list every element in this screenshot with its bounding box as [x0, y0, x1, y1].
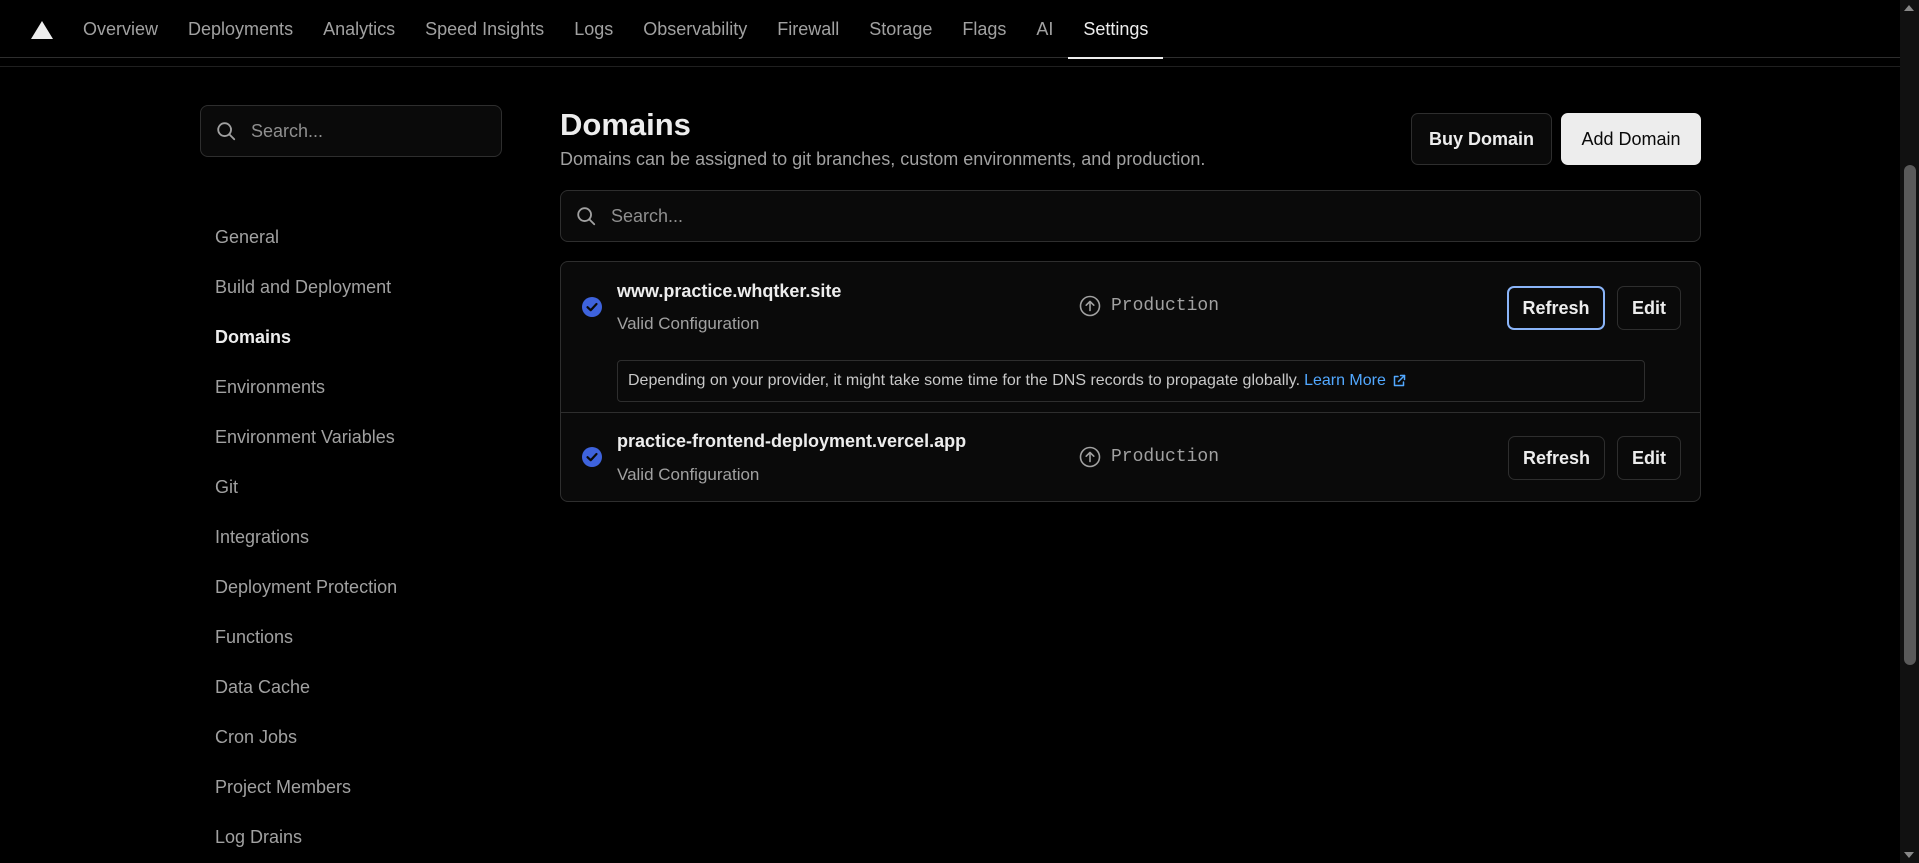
notice-text: Depending on your provider, it might tak… [628, 372, 1301, 389]
environment-label: Production [1111, 296, 1220, 316]
domain-row: practice-frontend-deployment.vercel.app … [561, 413, 1700, 501]
nav-tabs: Overview Deployments Analytics Speed Ins… [68, 0, 1164, 59]
scroll-up-arrow-icon[interactable] [1904, 5, 1914, 11]
sidebar-search [200, 105, 502, 157]
domain-name[interactable]: www.practice.whqtker.site [617, 281, 841, 302]
refresh-button[interactable]: Refresh [1507, 286, 1605, 330]
arrow-up-circle-icon [1079, 446, 1101, 468]
tab-firewall[interactable]: Firewall [762, 0, 854, 58]
domain-status: Valid Configuration [617, 314, 760, 333]
tab-analytics[interactable]: Analytics [308, 0, 410, 58]
domain-search [560, 190, 1701, 242]
check-circle-icon [582, 297, 602, 317]
sidebar-item-log-drains[interactable]: Log Drains [215, 812, 495, 862]
page-subtitle: Domains can be assigned to git branches,… [560, 149, 1206, 169]
scroll-down-arrow-icon[interactable] [1904, 852, 1914, 858]
sidebar-item-cron-jobs[interactable]: Cron Jobs [215, 712, 495, 762]
search-icon [577, 207, 596, 226]
tab-deployments[interactable]: Deployments [173, 0, 308, 58]
dns-notice: Depending on your provider, it might tak… [617, 360, 1645, 402]
nav-divider [0, 66, 1900, 67]
domain-name[interactable]: practice-frontend-deployment.vercel.app [617, 431, 966, 452]
sidebar-item-environment-variables[interactable]: Environment Variables [215, 412, 495, 462]
sidebar-item-domains[interactable]: Domains [215, 312, 495, 362]
domain-search-input[interactable] [611, 205, 1661, 227]
environment-label: Production [1111, 447, 1220, 467]
sidebar-item-functions[interactable]: Functions [215, 612, 495, 662]
domain-environment: Production [1079, 446, 1219, 468]
sidebar-item-general[interactable]: General [215, 212, 495, 262]
settings-sidebar: General Build and Deployment Domains Env… [215, 212, 495, 862]
scroll-thumb[interactable] [1904, 165, 1916, 665]
tab-settings[interactable]: Settings [1068, 0, 1164, 59]
tab-storage[interactable]: Storage [854, 0, 947, 58]
sidebar-item-git[interactable]: Git [215, 462, 495, 512]
tab-speed-insights[interactable]: Speed Insights [410, 0, 559, 58]
domain-row: www.practice.whqtker.site Valid Configur… [561, 262, 1700, 413]
tab-overview[interactable]: Overview [68, 0, 173, 58]
check-circle-icon [582, 447, 602, 467]
top-nav: Overview Deployments Analytics Speed Ins… [0, 0, 1900, 59]
learn-more-link[interactable]: Learn More [1304, 372, 1406, 390]
sidebar-item-data-cache[interactable]: Data Cache [215, 662, 495, 712]
sidebar-search-input[interactable] [251, 120, 491, 142]
domain-environment: Production [1079, 295, 1219, 317]
sidebar-item-project-members[interactable]: Project Members [215, 762, 495, 812]
tab-ai[interactable]: AI [1021, 0, 1068, 58]
domain-list: www.practice.whqtker.site Valid Configur… [560, 261, 1701, 502]
edit-button[interactable]: Edit [1617, 286, 1681, 330]
domain-status: Valid Configuration [617, 465, 760, 484]
sidebar-item-deployment-protection[interactable]: Deployment Protection [215, 562, 495, 612]
sidebar-item-integrations[interactable]: Integrations [215, 512, 495, 562]
tab-logs[interactable]: Logs [559, 0, 628, 58]
sidebar-item-build-and-deployment[interactable]: Build and Deployment [215, 262, 495, 312]
tab-observability[interactable]: Observability [628, 0, 762, 58]
sidebar-item-environments[interactable]: Environments [215, 362, 495, 412]
search-icon [217, 122, 236, 141]
vercel-triangle-icon[interactable] [30, 20, 54, 40]
arrow-up-circle-icon [1079, 295, 1101, 317]
refresh-button[interactable]: Refresh [1508, 436, 1605, 480]
page-scrollbar[interactable] [1900, 0, 1919, 863]
edit-button[interactable]: Edit [1617, 436, 1681, 480]
buy-domain-button[interactable]: Buy Domain [1411, 113, 1552, 165]
learn-more-label: Learn More [1304, 372, 1386, 389]
add-domain-button[interactable]: Add Domain [1561, 113, 1701, 165]
external-link-icon [1393, 374, 1406, 387]
page-title: Domains [560, 107, 691, 142]
tab-flags[interactable]: Flags [947, 0, 1021, 58]
